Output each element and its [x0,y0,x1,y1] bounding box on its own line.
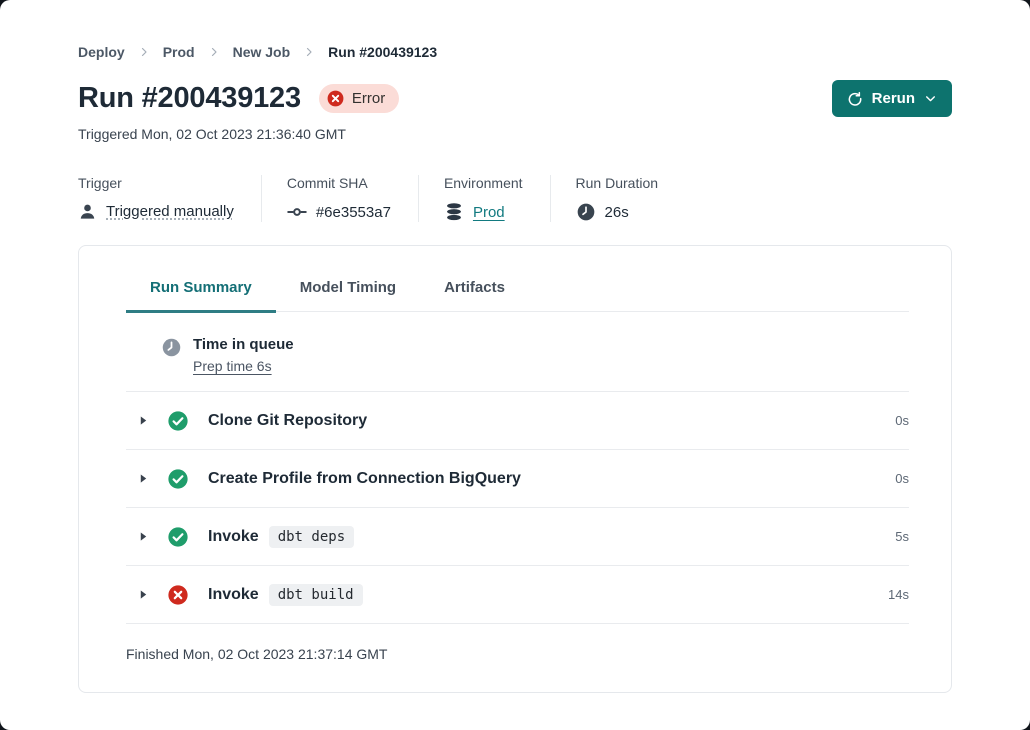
chevron-right-icon [138,46,150,58]
breadcrumb-deploy[interactable]: Deploy [78,44,125,60]
run-metadata: Trigger Triggered manually Commit SHA #6… [78,175,952,222]
prep-time-link[interactable]: Prep time 6s [193,358,294,374]
finished-timestamp: Finished Mon, 02 Oct 2023 21:37:14 GMT [126,624,909,692]
meta-trigger: Trigger Triggered manually [78,175,261,222]
clock-icon [161,337,182,358]
time-in-queue-section: Time in queue Prep time 6s [126,312,909,392]
meta-commit-value: #6e3553a7 [316,204,391,221]
meta-trigger-label: Trigger [78,175,234,191]
chevron-down-icon [924,92,937,105]
step-duration: 5s [895,529,909,544]
person-icon [78,202,97,221]
expand-caret-icon[interactable] [137,471,151,487]
tab-run-summary[interactable]: Run Summary [126,279,276,313]
run-summary-card: Run Summary Model Timing Artifacts Time … [78,245,952,693]
step-title: Create Profile from Connection BigQuery [208,470,521,488]
error-circle-icon [326,89,345,108]
success-icon [167,468,189,490]
git-commit-icon [287,202,307,222]
rerun-icon [847,91,863,107]
step-command-chip: dbt deps [269,526,354,548]
step-duration: 0s [895,471,909,486]
meta-trigger-value[interactable]: Triggered manually [106,203,234,220]
status-badge-label: Error [352,90,385,107]
triggered-timestamp: Triggered Mon, 02 Oct 2023 21:36:40 GMT [78,126,952,142]
meta-environment-value[interactable]: Prod [473,204,505,221]
step-title: Invoke [208,586,259,604]
tabs: Run Summary Model Timing Artifacts [126,246,909,312]
step-row-dbt-build[interactable]: Invoke dbt build 14s [126,566,909,624]
breadcrumb-prod[interactable]: Prod [163,44,195,60]
rerun-button[interactable]: Rerun [832,80,952,117]
step-duration: 0s [895,413,909,428]
meta-environment-label: Environment [444,175,523,191]
meta-duration-label: Run Duration [576,175,659,191]
expand-caret-icon[interactable] [137,413,151,429]
success-icon [167,410,189,432]
meta-commit-label: Commit SHA [287,175,391,191]
meta-environment: Environment Prod [418,175,550,222]
page-title: Run #200439123 [78,82,301,115]
breadcrumb-new-job[interactable]: New Job [233,44,291,60]
expand-caret-icon[interactable] [137,587,151,603]
run-detail-page: Deploy Prod New Job Run #200439123 Run #… [0,0,1030,730]
breadcrumb-run-id: Run #200439123 [328,44,437,60]
tab-model-timing[interactable]: Model Timing [276,279,420,313]
step-row-clone-git[interactable]: Clone Git Repository 0s [126,392,909,450]
title-row: Run #200439123 Error Rerun [78,80,952,117]
step-title: Invoke [208,528,259,546]
step-command-chip: dbt build [269,584,363,606]
success-icon [167,526,189,548]
error-icon [167,584,189,606]
rerun-label: Rerun [872,90,915,107]
step-title: Clone Git Repository [208,412,367,430]
clock-icon [576,202,596,222]
meta-duration-value: 26s [605,204,629,221]
meta-commit-sha: Commit SHA #6e3553a7 [261,175,418,222]
step-row-dbt-deps[interactable]: Invoke dbt deps 5s [126,508,909,566]
step-row-create-profile[interactable]: Create Profile from Connection BigQuery … [126,450,909,508]
expand-caret-icon[interactable] [137,529,151,545]
step-duration: 14s [888,587,909,602]
database-icon [444,202,464,222]
meta-run-duration: Run Duration 26s [550,175,686,222]
chevron-right-icon [208,46,220,58]
queue-title: Time in queue [193,336,294,353]
tab-artifacts[interactable]: Artifacts [420,279,529,313]
chevron-right-icon [303,46,315,58]
breadcrumb: Deploy Prod New Job Run #200439123 [78,0,952,60]
status-badge: Error [319,84,399,113]
